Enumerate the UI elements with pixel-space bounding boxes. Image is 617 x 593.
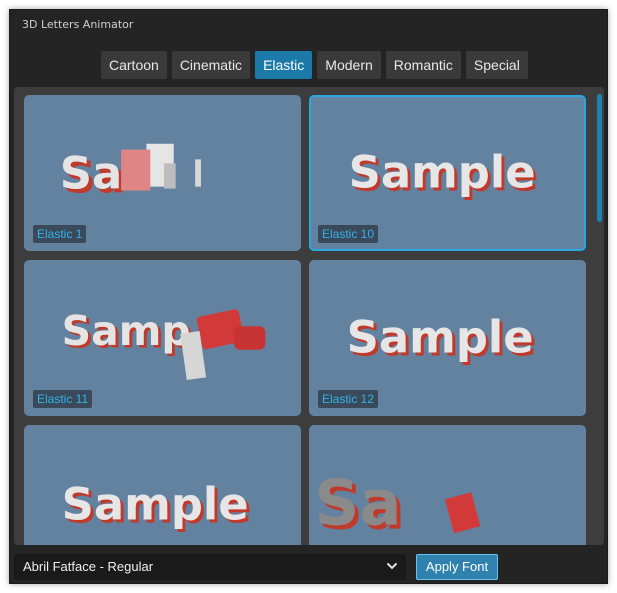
preset-label: Elastic 11 [33, 390, 93, 408]
letter-face: Sample [349, 146, 536, 199]
preset-card-elastic-11[interactable]: Samp Samp Elastic 11 [24, 260, 301, 416]
tab-romantic[interactable]: Romantic [385, 51, 461, 79]
letter-face: Sa [60, 147, 123, 200]
preset-label: Elastic 12 [318, 390, 379, 408]
tab-cinematic[interactable]: Cinematic [171, 51, 251, 79]
letter-face: Sample [347, 311, 534, 364]
footer-bar: Abril Fatface - Regular Apply Font [10, 551, 607, 583]
preset-card-elastic-10[interactable]: Sample Sample Elastic 10 [309, 95, 586, 251]
preset-card[interactable]: Sample Sample [24, 425, 301, 545]
font-select-value: Abril Fatface - Regular [23, 559, 154, 574]
preset-label: Elastic 1 [33, 225, 87, 243]
tab-modern[interactable]: Modern [317, 51, 381, 79]
tab-cartoon[interactable]: Cartoon [101, 51, 167, 79]
gallery-scrollbar[interactable] [597, 94, 602, 222]
app-window: 3D Letters Animator Cartoon Cinematic El… [9, 9, 608, 584]
preset-card-elastic-12[interactable]: Sample Sample Elastic 12 [309, 260, 586, 416]
letter-block [234, 326, 266, 350]
letter-face: Samp [62, 307, 191, 355]
preset-label: Elastic 10 [318, 225, 379, 243]
tab-elastic[interactable]: Elastic [255, 51, 313, 79]
preset-grid: Sa Sa Elastic 1 Sample Sample Elastic 10… [24, 95, 589, 545]
letter-face: Sa [315, 466, 402, 539]
tab-special[interactable]: Special [465, 51, 528, 79]
window-title: 3D Letters Animator [22, 18, 134, 31]
preset-gallery: Sa Sa Elastic 1 Sample Sample Elastic 10… [14, 87, 604, 545]
chevron-down-icon [387, 563, 397, 570]
preset-preview: Sample Sample [62, 478, 252, 534]
category-tabs: Cartoon Cinematic Elastic Modern Romanti… [101, 51, 533, 79]
letter-block [444, 492, 481, 534]
apply-font-button[interactable]: Apply Font [416, 554, 498, 580]
preset-card[interactable]: Sa Sa [309, 425, 586, 545]
letter-block [121, 149, 151, 191]
letter-block [195, 159, 201, 187]
letter-face: Sample [62, 478, 249, 531]
preset-card-elastic-1[interactable]: Sa Sa Elastic 1 [24, 95, 301, 251]
preset-preview: Sa Sa [315, 466, 481, 543]
font-select[interactable]: Abril Fatface - Regular [14, 554, 406, 580]
letter-block [163, 163, 176, 189]
